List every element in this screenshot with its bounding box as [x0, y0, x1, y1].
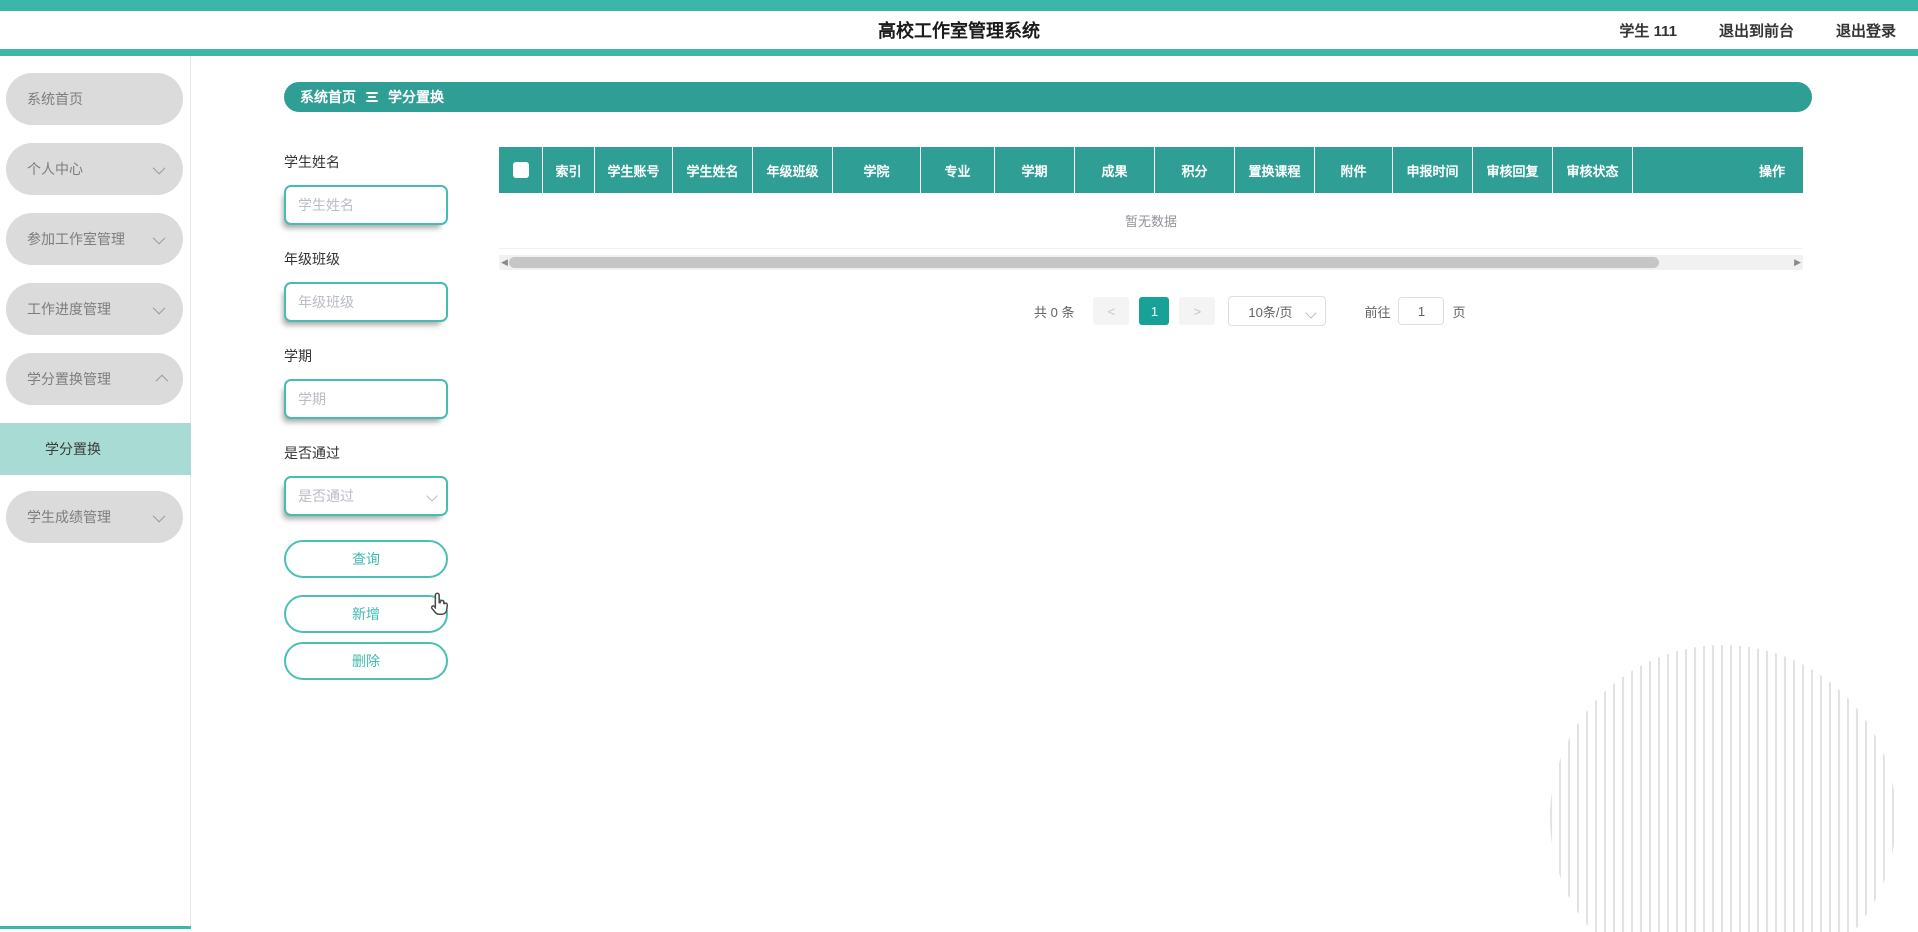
sidebar-item-label: 个人中心	[27, 161, 83, 177]
top-accent-strip	[0, 0, 1918, 11]
filter-panel: 学生姓名 年级班级 学期 是否通过 查询 新增 删除	[284, 152, 448, 680]
filter-label: 是否通过	[284, 445, 340, 461]
main-content: 系统首页 学分置换 学生姓名 年级班级 学期 是否通过	[192, 56, 1918, 932]
logout-link[interactable]: 退出登录	[1836, 20, 1896, 41]
col-college[interactable]: 学院	[833, 147, 921, 193]
delete-button[interactable]: 删除	[284, 642, 448, 680]
sidebar-item-student-grades[interactable]: 学生成绩管理	[6, 491, 183, 543]
sidebar-item-label: 系统首页	[27, 91, 83, 107]
header-accent-strip	[0, 49, 1918, 56]
decorative-stripes	[1550, 645, 1896, 932]
col-attachment[interactable]: 附件	[1315, 147, 1393, 193]
col-student-name[interactable]: 学生姓名	[673, 147, 753, 193]
chevron-down-icon	[1305, 307, 1318, 319]
pagination-total: 共 0 条	[1034, 304, 1075, 320]
col-index[interactable]: 索引	[543, 147, 595, 193]
sidebar: 系统首页 个人中心 参加工作室管理 工作进度管理 学分置换管理 学分置换 学生成…	[0, 56, 191, 929]
pagination: 共 0 条 < 1 > 10条/页 前往 页	[1034, 296, 1466, 326]
col-student-id[interactable]: 学生账号	[595, 147, 673, 193]
col-actions[interactable]: 操作	[1633, 147, 1803, 193]
pass-status-select[interactable]	[284, 476, 448, 516]
filter-pass-status: 是否通过	[284, 443, 448, 516]
scroll-left-icon[interactable]: ◀	[501, 258, 508, 267]
page-size-value: 10条/页	[1248, 304, 1293, 320]
student-name-input[interactable]	[284, 185, 448, 225]
sidebar-item-credit-exchange-mgmt[interactable]: 学分置换管理	[6, 353, 183, 405]
filter-semester: 学期	[284, 346, 448, 419]
table-empty-state: 暂无数据	[499, 193, 1803, 249]
goto-page-input[interactable]	[1398, 297, 1445, 325]
search-button[interactable]: 查询	[284, 540, 448, 578]
header-right-nav: 学生 111 退出到前台 退出登录	[1619, 11, 1896, 49]
chevron-down-icon	[152, 509, 166, 522]
chevron-up-icon	[155, 374, 169, 387]
page-size-select[interactable]: 10条/页	[1228, 296, 1327, 326]
goto-page-group: 前往 页	[1364, 297, 1466, 325]
col-exchange-course[interactable]: 置换课程	[1235, 147, 1315, 193]
col-apply-time[interactable]: 申报时间	[1393, 147, 1473, 193]
sidebar-item-label: 学分置换管理	[27, 371, 111, 387]
filter-label: 年级班级	[284, 251, 340, 267]
header-checkbox-cell	[499, 147, 543, 193]
page-title: 高校工作室管理系统	[878, 21, 1040, 41]
data-table: 索引 学生账号 学生姓名 年级班级 学院 专业 学期 成果 积分 置换课程 附件…	[499, 147, 1803, 270]
filter-student-name: 学生姓名	[284, 152, 448, 225]
page-1-button[interactable]: 1	[1139, 297, 1170, 325]
filter-label: 学期	[284, 348, 312, 364]
sidebar-item-label: 学生成绩管理	[27, 509, 111, 525]
goto-prefix: 前往	[1364, 304, 1391, 320]
sidebar-bottom-accent	[0, 926, 191, 929]
menu-lines-icon	[366, 92, 378, 102]
sidebar-item-personal-center[interactable]: 个人中心	[6, 143, 183, 195]
semester-input[interactable]	[284, 379, 448, 419]
grade-class-input[interactable]	[284, 282, 448, 322]
breadcrumb-home[interactable]: 系统首页	[300, 87, 356, 107]
col-achievement[interactable]: 成果	[1075, 147, 1155, 193]
filter-label: 学生姓名	[284, 154, 340, 170]
col-major[interactable]: 专业	[921, 147, 995, 193]
breadcrumb-current: 学分置换	[388, 89, 444, 105]
filter-grade-class: 年级班级	[284, 249, 448, 322]
prev-page-button[interactable]: <	[1093, 297, 1130, 325]
col-review-reply[interactable]: 审核回复	[1473, 147, 1553, 193]
col-points[interactable]: 积分	[1155, 147, 1235, 193]
horizontal-scrollbar[interactable]: ◀ ▶	[499, 255, 1803, 270]
current-user-label: 学生 111	[1619, 22, 1677, 40]
sidebar-item-work-progress[interactable]: 工作进度管理	[6, 283, 183, 335]
add-button[interactable]: 新增	[284, 595, 448, 633]
exit-to-front-link[interactable]: 退出到前台	[1719, 20, 1794, 41]
sidebar-item-label: 参加工作室管理	[27, 231, 125, 247]
scrollbar-thumb[interactable]	[509, 257, 1659, 268]
goto-suffix: 页	[1452, 304, 1466, 320]
empty-text: 暂无数据	[1124, 214, 1177, 229]
chevron-down-icon	[152, 161, 166, 174]
chevron-down-icon	[152, 231, 166, 244]
col-semester[interactable]: 学期	[995, 147, 1075, 193]
table-header-row: 索引 学生账号 学生姓名 年级班级 学院 专业 学期 成果 积分 置换课程 附件…	[499, 147, 1803, 193]
chevron-down-icon	[152, 301, 166, 314]
col-grade-class[interactable]: 年级班级	[753, 147, 833, 193]
sidebar-item-home[interactable]: 系统首页	[6, 73, 183, 125]
sidebar-subitem-label: 学分置换	[45, 441, 101, 457]
select-all-checkbox[interactable]	[512, 162, 529, 178]
app-header: 高校工作室管理系统 学生 111 退出到前台 退出登录	[0, 11, 1918, 49]
col-review-status[interactable]: 审核状态	[1553, 147, 1633, 193]
sidebar-item-label: 工作进度管理	[27, 301, 111, 317]
sidebar-item-workshop-join[interactable]: 参加工作室管理	[6, 213, 183, 265]
scroll-right-icon[interactable]: ▶	[1794, 258, 1801, 267]
next-page-button[interactable]: >	[1179, 297, 1216, 325]
breadcrumb: 系统首页 学分置换	[284, 82, 1812, 112]
sidebar-subitem-credit-exchange[interactable]: 学分置换	[0, 423, 191, 475]
